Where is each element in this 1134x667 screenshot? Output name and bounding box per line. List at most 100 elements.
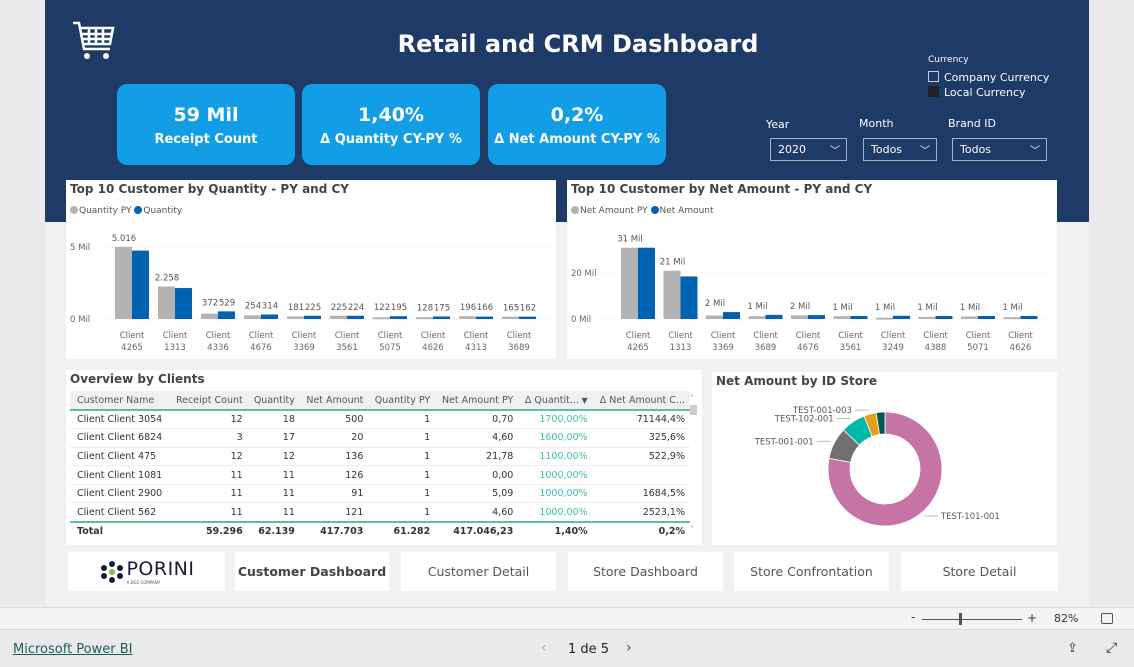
table-cell: 11 <box>169 465 248 485</box>
nav-customer-detail[interactable]: Customer Detail <box>401 552 556 591</box>
zoom-slider-thumb[interactable] <box>959 613 962 625</box>
bar-cy <box>850 316 868 319</box>
x-tick-label: Client <box>923 331 948 341</box>
nav-store-dashboard[interactable]: Store Dashboard <box>568 552 723 591</box>
table-row[interactable]: Client Client 475 12 12 136 1 21,78 1100,00% 52… <box>70 447 690 467</box>
table-cell: 1000,00% <box>518 484 593 504</box>
year-label: Year <box>766 118 790 131</box>
y-tick-label: 0 Mil <box>571 315 591 325</box>
x-tick-label: 4676 <box>797 343 819 353</box>
nav-store-detail[interactable]: Store Detail <box>901 552 1058 591</box>
zoom-out-button[interactable]: - <box>911 610 915 624</box>
column-header[interactable]: Δ Net Amount C... <box>592 391 690 411</box>
brand-dropdown[interactable]: Todos ﹀ <box>952 138 1047 161</box>
data-label: 225 <box>305 303 321 313</box>
scroll-up-icon[interactable]: ˄ <box>690 394 698 403</box>
data-label: 166 <box>477 303 493 313</box>
data-label: 128 <box>417 303 433 313</box>
table-row[interactable]: Client Client 6824 3 17 20 1 4,60 1600,00% 325,… <box>70 428 690 448</box>
next-page-icon[interactable]: › <box>626 640 632 656</box>
scroll-down-icon[interactable]: ˅ <box>690 525 694 534</box>
table-cell: 11 <box>169 502 248 523</box>
chevron-down-icon: ﹀ <box>1030 146 1040 157</box>
bar-cy <box>433 316 450 319</box>
data-label: 529 <box>219 298 235 308</box>
table-cell: 0,00 <box>435 465 519 485</box>
x-tick-label: Client <box>881 331 906 341</box>
sort-desc-icon[interactable]: ▼ <box>579 396 587 405</box>
column-header[interactable]: Net Amount <box>299 391 369 411</box>
column-header[interactable]: Δ Quantit... ▼ <box>518 391 593 411</box>
column-header[interactable]: Net Amount PY <box>435 391 519 411</box>
quantity-chart-card: Top 10 Customer by Quantity - PY and CY … <box>66 180 556 359</box>
x-tick-label: Client <box>163 331 188 341</box>
data-label: 314 <box>262 301 278 311</box>
table-cell: 12 <box>247 447 300 467</box>
kpi-delta-quantity: 1,40% Δ Quantity CY-PY % <box>302 84 480 165</box>
column-header[interactable]: Customer Name <box>70 391 170 411</box>
column-header[interactable]: Receipt Count <box>169 391 248 411</box>
x-tick-label: Client <box>753 331 778 341</box>
currency-option-company[interactable]: Company Currency <box>928 71 1049 84</box>
total-row: Total 59.296 62.139 417.703 61.282 417.046,23… <box>70 520 690 541</box>
scroll-thumb[interactable] <box>690 405 697 415</box>
x-tick-label: Client <box>711 331 736 341</box>
nav-store-confrontation[interactable]: Store Confrontation <box>734 552 889 591</box>
x-tick-label: Client <box>966 331 991 341</box>
checkbox-checked[interactable] <box>928 86 939 97</box>
table-scrollbar[interactable]: ˄ ˅ <box>690 394 698 534</box>
y-tick-label: 5 Mil <box>70 243 90 253</box>
column-header[interactable]: Quantity PY <box>368 391 436 411</box>
bar-py <box>115 246 132 319</box>
bar-py <box>961 316 978 319</box>
checkbox-unchecked[interactable] <box>928 71 939 82</box>
month-dropdown[interactable]: Todos ﹀ <box>863 138 937 161</box>
table-cell: 121 <box>299 502 369 523</box>
x-tick-label: 4626 <box>1010 343 1032 353</box>
zoom-slider[interactable] <box>922 619 1022 620</box>
table-cell: 4,60 <box>435 502 519 523</box>
data-label: 254 <box>245 301 261 311</box>
data-label: 372 <box>202 298 218 308</box>
zoom-in-button[interactable]: + <box>1027 611 1037 625</box>
data-label: 2 Mil <box>790 302 810 312</box>
data-label: 162 <box>520 304 536 314</box>
table-cell: 91 <box>299 484 369 504</box>
year-dropdown[interactable]: 2020 ﹀ <box>770 138 847 161</box>
table-cell: Client Client 562 <box>70 502 170 523</box>
bar-cy <box>680 276 698 319</box>
table-cell: 1 <box>368 428 436 448</box>
table-row[interactable]: Client Client 562 11 11 121 1 4,60 1000,00% 252… <box>70 502 690 523</box>
share-icon[interactable]: ⇪ <box>1067 641 1078 656</box>
data-label: 1 Mil <box>960 303 980 313</box>
zoom-level: 82% <box>1054 612 1079 625</box>
net-amount-chart-card: Top 10 Customer by Net Amount - PY and C… <box>567 180 1057 359</box>
table-cell: 1 <box>368 447 436 467</box>
overview-table: Customer Name Receipt Count Quantity Net Am… <box>70 391 690 541</box>
nav-customer-dashboard[interactable]: Customer Dashboard <box>235 552 389 591</box>
data-label: 2.258 <box>155 273 179 283</box>
table-row[interactable]: Client Client 1081 11 11 126 1 0,00 1000,00% <box>70 465 690 485</box>
table-cell: 71144,4% <box>592 410 690 430</box>
table-row[interactable]: Client Client 2900 11 11 91 1 5,09 1000,00% 168… <box>70 484 690 504</box>
bar-py <box>833 316 851 319</box>
x-tick-label: 5071 <box>967 343 989 353</box>
fullscreen-icon[interactable]: ⤢ <box>1106 640 1117 656</box>
table-cell: 3 <box>169 428 248 448</box>
powerbi-link[interactable]: Microsoft Power BI <box>13 642 132 657</box>
bar-py <box>706 315 723 319</box>
x-tick-label: Client <box>668 331 693 341</box>
table-row[interactable]: Client Client 3054 12 18 500 1 0,70 1700,00% 71… <box>70 410 690 430</box>
currency-option-local[interactable]: Local Currency <box>928 86 1026 99</box>
kpi-label: Δ Net Amount CY-PY % <box>494 132 660 147</box>
fit-to-page-icon[interactable] <box>1101 613 1113 624</box>
brand-label: Brand ID <box>948 117 996 130</box>
table-cell: Client Client 475 <box>70 447 170 467</box>
column-header[interactable]: Quantity <box>247 391 300 411</box>
quantity-bar-chart: 0 Mil 5 Mil 5.016 Client 4265 2.258 Client 1313… <box>70 234 550 353</box>
bar-cy <box>175 288 192 319</box>
prev-page-icon[interactable]: ‹ <box>541 640 547 656</box>
data-label: 195 <box>391 303 407 313</box>
slice-label: TEST-101-001 <box>940 512 1000 522</box>
porini-logo-icon <box>101 560 124 583</box>
